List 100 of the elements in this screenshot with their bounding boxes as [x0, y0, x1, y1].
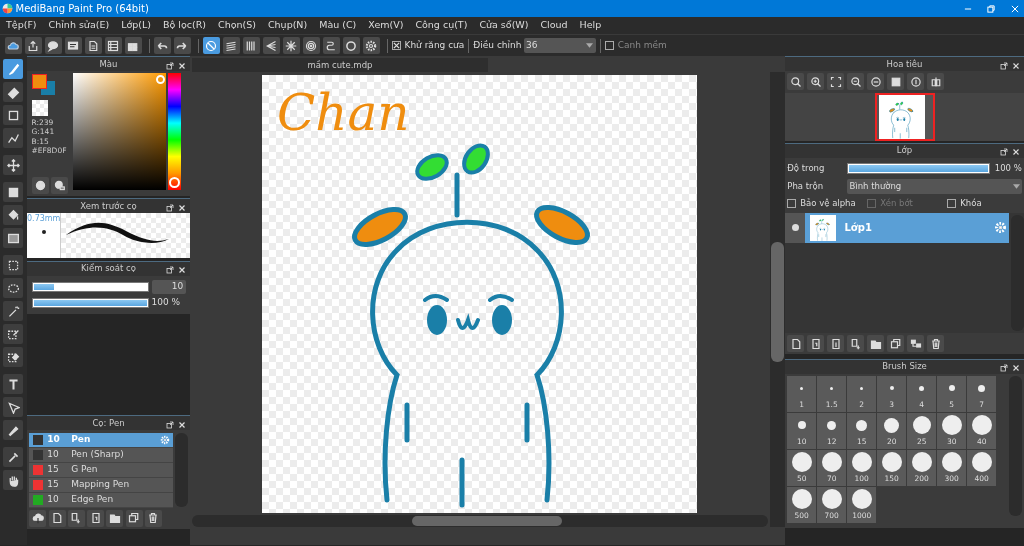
- close-icon[interactable]: [1012, 61, 1020, 70]
- close-icon[interactable]: [178, 61, 186, 70]
- frame-button[interactable]: [887, 73, 905, 91]
- rotate-right-button[interactable]: [907, 73, 925, 91]
- hue-handle[interactable]: [169, 177, 181, 189]
- bucket-tool[interactable]: [3, 205, 23, 226]
- layer-row[interactable]: Lớp1: [785, 212, 1009, 243]
- add-page-button[interactable]: [847, 335, 865, 352]
- snap-button[interactable]: [282, 37, 300, 54]
- visibility-dot[interactable]: [791, 224, 799, 232]
- filled-square-tool[interactable]: [3, 182, 23, 203]
- letter-t-tool[interactable]: [3, 374, 23, 395]
- close-icon[interactable]: [178, 420, 186, 429]
- popout-icon[interactable]: [1000, 148, 1008, 157]
- popout-icon[interactable]: [166, 203, 174, 212]
- snap-button[interactable]: [222, 37, 240, 54]
- trash-button[interactable]: [927, 335, 945, 352]
- menu-item[interactable]: Chụp(N): [261, 18, 314, 33]
- popout-icon[interactable]: [166, 420, 174, 429]
- folder-button[interactable]: [106, 509, 124, 527]
- pointer-tool[interactable]: [3, 397, 23, 418]
- merge-button[interactable]: [907, 335, 925, 352]
- palette-button[interactable]: [31, 176, 49, 194]
- horizontal-scrollbar[interactable]: [192, 514, 768, 527]
- eyedropper-tool[interactable]: [3, 447, 23, 468]
- menu-item[interactable]: Help: [573, 18, 608, 33]
- new-page-button[interactable]: [48, 509, 66, 527]
- document-button[interactable]: [84, 37, 102, 54]
- magic-wand-tool[interactable]: [3, 301, 23, 322]
- zoom-in-button[interactable]: [807, 73, 825, 91]
- pen-nib-tool[interactable]: [3, 420, 23, 441]
- snap-button[interactable]: [262, 37, 280, 54]
- copy-button[interactable]: [887, 335, 905, 352]
- menu-item[interactable]: Bộ lọc(R): [156, 18, 212, 33]
- message-button[interactable]: [64, 37, 82, 54]
- menu-item[interactable]: Màu (C): [313, 18, 363, 33]
- close-icon[interactable]: [178, 266, 186, 274]
- size-field[interactable]: 10: [151, 280, 186, 294]
- eraser-tool[interactable]: [3, 82, 23, 103]
- checkbox[interactable]: [947, 199, 957, 208]
- menu-item[interactable]: Chỉnh sửa(E): [42, 18, 116, 33]
- popout-icon[interactable]: [166, 266, 174, 274]
- snap-button[interactable]: [202, 37, 220, 54]
- gear-icon[interactable]: [160, 434, 171, 445]
- page-number-button[interactable]: [87, 509, 104, 527]
- add-page-button[interactable]: [67, 509, 85, 527]
- vertical-scrollbar[interactable]: [770, 72, 785, 528]
- hand-tool[interactable]: [3, 470, 23, 491]
- zoom-button[interactable]: [787, 73, 805, 91]
- flip-button[interactable]: [927, 73, 945, 91]
- popout-icon[interactable]: [1000, 61, 1008, 70]
- rotate-left-button[interactable]: [867, 73, 885, 91]
- snap-button[interactable]: [302, 37, 320, 54]
- popout-icon[interactable]: [1000, 364, 1008, 373]
- new-page-button[interactable]: [787, 335, 805, 352]
- menu-item[interactable]: Cửa sổ(W): [473, 18, 535, 33]
- document-tab[interactable]: mầm cute.mdp: [192, 58, 488, 73]
- snap-button[interactable]: [362, 37, 380, 54]
- snap-button[interactable]: [242, 37, 260, 54]
- picker-handle[interactable]: [156, 75, 166, 85]
- color-picker-square[interactable]: [73, 73, 167, 191]
- list-button[interactable]: [104, 37, 122, 54]
- close-icon[interactable]: [1012, 364, 1020, 373]
- transparent-color-swatch[interactable]: [31, 99, 48, 116]
- trash-button[interactable]: [144, 509, 162, 527]
- menu-item[interactable]: Tệp(F): [0, 18, 43, 33]
- zigzag-line-tool[interactable]: [3, 128, 23, 149]
- correction-dropdown[interactable]: 36: [523, 38, 596, 53]
- primary-color-swatch[interactable]: [32, 74, 48, 90]
- dashed-eraser-tool[interactable]: [3, 347, 23, 368]
- menu-item[interactable]: Xem(V): [362, 18, 410, 33]
- menu-item[interactable]: Lớp(L): [115, 18, 157, 33]
- restore-icon[interactable]: [986, 3, 996, 14]
- checkbox[interactable]: [604, 41, 614, 50]
- palette-settings-button[interactable]: [50, 176, 68, 194]
- fit-screen-button[interactable]: [827, 73, 845, 91]
- folder-button[interactable]: [867, 335, 885, 352]
- brush-tool[interactable]: [3, 59, 23, 80]
- grid-button[interactable]: [124, 37, 142, 54]
- navigator-preview[interactable]: [874, 92, 935, 141]
- move-arrows-tool[interactable]: [3, 155, 23, 176]
- gradient-square-tool[interactable]: [3, 228, 23, 249]
- dashed-ellipse-tool[interactable]: [3, 278, 23, 299]
- scrollbar[interactable]: [174, 432, 188, 507]
- undo-button[interactable]: [153, 37, 171, 54]
- dashed-square-tool[interactable]: [3, 255, 23, 276]
- popout-icon[interactable]: [166, 61, 174, 70]
- gear-icon[interactable]: [993, 221, 1007, 235]
- snap-button[interactable]: [322, 37, 340, 54]
- menu-item[interactable]: Chọn(S): [212, 18, 262, 33]
- snap-button[interactable]: [342, 37, 360, 54]
- slider[interactable]: [31, 281, 150, 292]
- page-number-button[interactable]: [807, 335, 825, 352]
- square-outline-tool[interactable]: [3, 105, 23, 126]
- menu-item[interactable]: Công cụ(T): [409, 18, 474, 33]
- cloud-upload-button[interactable]: [29, 509, 47, 527]
- page-arrow-button[interactable]: [827, 335, 845, 352]
- blend-mode-dropdown[interactable]: Bình thường: [847, 178, 1022, 194]
- cloud-button[interactable]: [4, 37, 22, 54]
- speech-bubble-button[interactable]: [44, 37, 62, 54]
